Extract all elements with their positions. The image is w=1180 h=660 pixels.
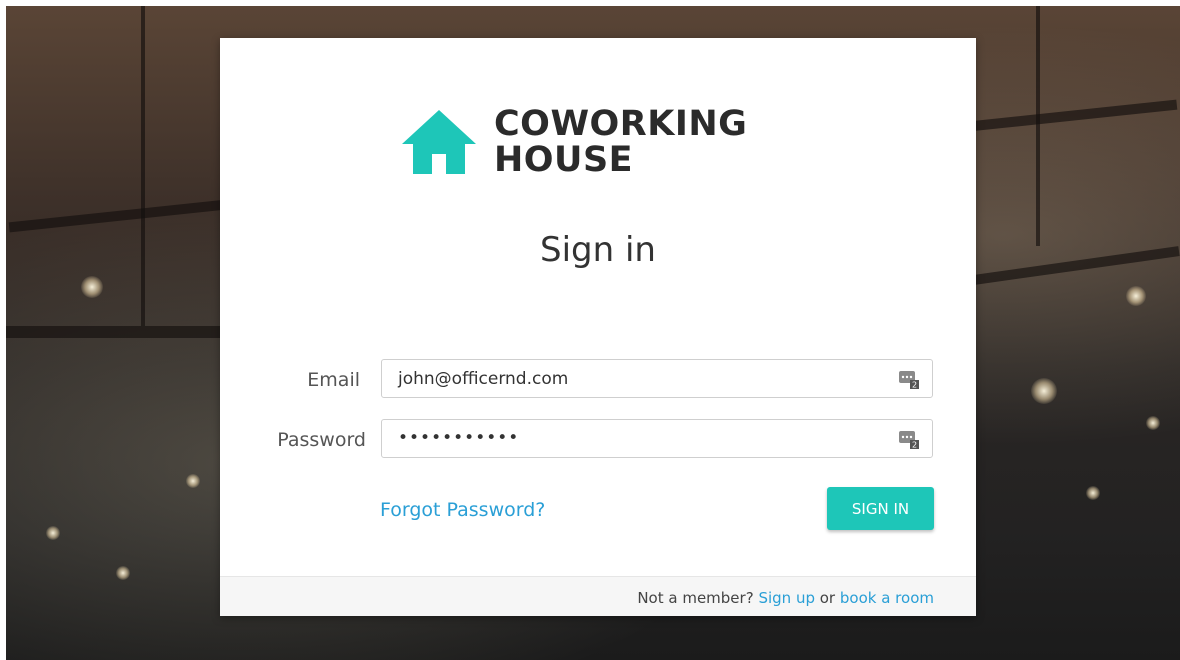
footer-prefix: Not a member? [637, 589, 754, 607]
ceiling-lamp [186, 474, 200, 488]
pendant-cable [1036, 6, 1040, 246]
forgot-password-link[interactable]: Forgot Password? [380, 499, 545, 521]
brand-name-line2: HOUSE [494, 140, 634, 180]
ceiling-lamp [1126, 286, 1146, 306]
email-value: john@officernd.com [398, 369, 569, 389]
sign-up-link[interactable]: Sign up [758, 589, 815, 607]
email-label: Email [307, 369, 360, 391]
ceiling-beam [966, 246, 1180, 286]
sign-in-button[interactable]: SIGN IN [827, 487, 934, 530]
ceiling-lamp [1146, 416, 1160, 430]
footer-bar: Not a member? Sign up or book a room [220, 576, 976, 616]
footer-or: or [819, 589, 836, 607]
footer-text: Not a member? Sign up or book a room [637, 589, 934, 607]
svg-text:2: 2 [912, 381, 917, 390]
brand-name: COWORKING HOUSE [494, 106, 747, 178]
email-field[interactable]: john@officernd.com 2 [381, 359, 933, 398]
pendant-cable [141, 6, 145, 326]
password-manager-icon[interactable]: 2 [898, 370, 920, 390]
password-value: ••••••••••• [398, 428, 520, 448]
book-room-link[interactable]: book a room [840, 589, 934, 607]
page-title: Sign in [540, 230, 656, 270]
ceiling-beam [6, 326, 236, 338]
ceiling-lamp [1086, 486, 1100, 500]
ceiling-lamp [81, 276, 103, 298]
password-manager-icon[interactable]: 2 [898, 430, 920, 450]
house-icon [402, 110, 476, 174]
sign-in-dialog: COWORKING HOUSE Sign in Email john@offic… [220, 38, 976, 616]
brand-logo: COWORKING HOUSE [400, 104, 770, 184]
password-field[interactable]: ••••••••••• 2 [381, 419, 933, 458]
ceiling-lamp [46, 526, 60, 540]
password-label: Password [277, 429, 366, 451]
svg-text:2: 2 [912, 441, 917, 450]
brand-name-line1: COWORKING [494, 104, 748, 144]
ceiling-lamp [1031, 378, 1057, 404]
ceiling-lamp [116, 566, 130, 580]
